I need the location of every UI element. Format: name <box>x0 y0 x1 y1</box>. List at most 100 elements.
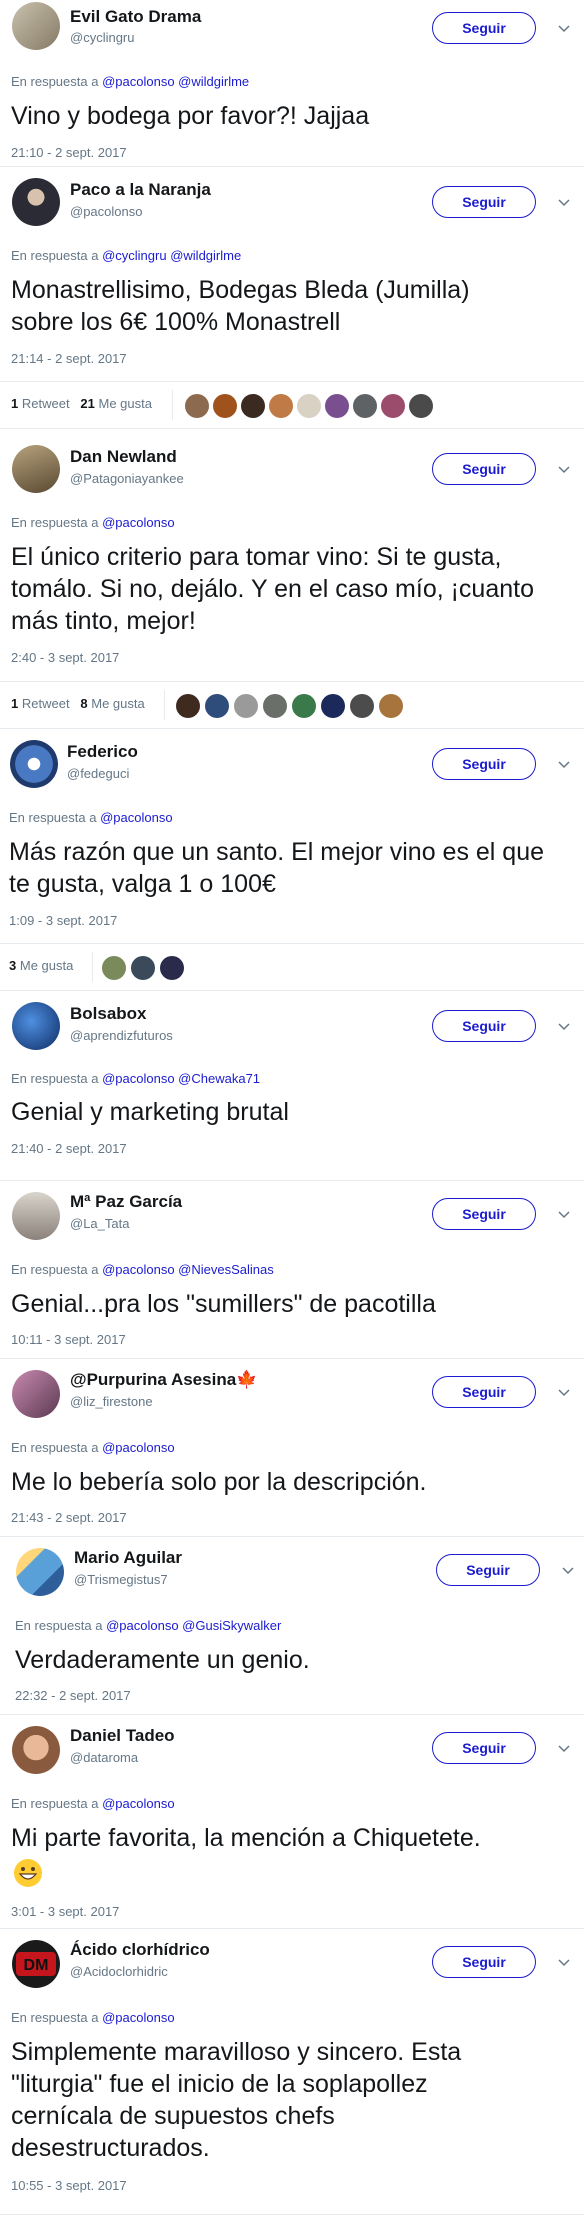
liker-avatar[interactable] <box>292 694 316 718</box>
liker-avatar[interactable] <box>205 694 229 718</box>
avatar[interactable] <box>12 1370 60 1418</box>
liker-avatar[interactable] <box>321 694 345 718</box>
user-name[interactable]: Paco a la Naranja <box>70 180 211 200</box>
follow-button[interactable]: Seguir <box>432 453 536 485</box>
liker-avatar[interactable] <box>350 694 374 718</box>
liker-avatar[interactable] <box>263 694 287 718</box>
user-handle[interactable]: @aprendizfuturos <box>70 1028 173 1043</box>
liker-avatar[interactable] <box>102 956 126 980</box>
reply-prefix: En respuesta a <box>11 1440 99 1455</box>
avatar[interactable] <box>12 445 60 493</box>
liker-avatar[interactable] <box>379 694 403 718</box>
chevron-down-icon[interactable] <box>561 1563 575 1577</box>
tweet-timestamp[interactable]: 10:11 - 3 sept. 2017 <box>11 1332 126 1347</box>
avatar[interactable] <box>12 1726 60 1774</box>
avatar[interactable] <box>12 178 60 226</box>
user-name[interactable]: Federico <box>67 742 138 762</box>
avatar[interactable] <box>10 740 58 788</box>
tweet-timestamp[interactable]: 10:55 - 3 sept. 2017 <box>11 2178 127 2193</box>
reply-context: En respuesta a @pacolonso @GusiSkywalker <box>15 1618 281 1633</box>
follow-button[interactable]: Seguir <box>432 1946 536 1978</box>
tweet-timestamp[interactable]: 1:09 - 3 sept. 2017 <box>9 913 117 928</box>
chevron-down-icon[interactable] <box>557 1741 571 1755</box>
mention-link[interactable]: @pacolonso <box>106 1618 178 1633</box>
avatar[interactable] <box>12 1002 60 1050</box>
mention-link[interactable]: @wildgirlme <box>178 74 249 89</box>
user-handle[interactable]: @dataroma <box>70 1750 138 1765</box>
user-handle[interactable]: @La_Tata <box>70 1216 129 1231</box>
mention-link[interactable]: @pacolonso <box>102 1071 174 1086</box>
follow-button[interactable]: Seguir <box>436 1554 540 1586</box>
user-name[interactable]: Dan Newland <box>70 447 177 467</box>
mention-link[interactable]: @pacolonso <box>102 1440 174 1455</box>
mention-link[interactable]: @pacolonso <box>102 74 174 89</box>
tweet-timestamp[interactable]: 21:43 - 2 sept. 2017 <box>11 1510 127 1525</box>
user-handle[interactable]: @liz_firestone <box>70 1394 153 1409</box>
tweet-timestamp[interactable]: 22:32 - 2 sept. 2017 <box>15 1688 131 1703</box>
engagement-counts[interactable]: 1 Retweet 21 Me gusta <box>11 396 152 411</box>
follow-button[interactable]: Seguir <box>432 1376 536 1408</box>
chevron-down-icon[interactable] <box>557 1955 571 1969</box>
engagement-counts[interactable]: 3 Me gusta <box>9 958 73 973</box>
liker-avatar[interactable] <box>131 956 155 980</box>
user-name[interactable]: Daniel Tadeo <box>70 1726 175 1746</box>
avatar[interactable] <box>12 1192 60 1240</box>
mention-link[interactable]: @GusiSkywalker <box>182 1618 281 1633</box>
mention-link[interactable]: @Chewaka71 <box>178 1071 260 1086</box>
mention-link[interactable]: @cyclingru <box>102 248 167 263</box>
user-name[interactable]: Mª Paz García <box>70 1192 182 1212</box>
liker-avatar[interactable] <box>213 394 237 418</box>
user-handle[interactable]: @fedeguci <box>67 766 129 781</box>
tweet-timestamp[interactable]: 3:01 - 3 sept. 2017 <box>11 1904 119 1919</box>
user-handle[interactable]: @Trismegistus7 <box>74 1572 168 1587</box>
liker-avatar[interactable] <box>381 394 405 418</box>
avatar[interactable] <box>12 2 60 50</box>
liker-avatar[interactable] <box>176 694 200 718</box>
tweet-timestamp[interactable]: 21:10 - 2 sept. 2017 <box>11 145 127 160</box>
liker-avatar[interactable] <box>160 956 184 980</box>
user-handle[interactable]: @pacolonso <box>70 204 142 219</box>
chevron-down-icon[interactable] <box>557 757 571 771</box>
liker-avatar[interactable] <box>185 394 209 418</box>
follow-button[interactable]: Seguir <box>432 12 536 44</box>
user-name[interactable]: Ácido clorhídrico <box>70 1940 210 1960</box>
mention-link[interactable]: @pacolonso <box>100 810 172 825</box>
mention-link[interactable]: @pacolonso <box>102 2010 174 2025</box>
user-name[interactable]: Bolsabox <box>70 1004 147 1024</box>
liker-avatar[interactable] <box>241 394 265 418</box>
follow-button[interactable]: Seguir <box>432 1198 536 1230</box>
user-handle[interactable]: @Acidoclorhidric <box>70 1964 168 1979</box>
follow-button[interactable]: Seguir <box>432 1732 536 1764</box>
user-name[interactable]: Mario Aguilar <box>74 1548 182 1568</box>
chevron-down-icon[interactable] <box>557 1207 571 1221</box>
avatar[interactable]: DM <box>12 1940 60 1988</box>
chevron-down-icon[interactable] <box>557 21 571 35</box>
follow-button[interactable]: Seguir <box>432 748 536 780</box>
liker-avatar[interactable] <box>409 394 433 418</box>
liker-avatar[interactable] <box>325 394 349 418</box>
tweet-timestamp[interactable]: 21:40 - 2 sept. 2017 <box>11 1141 127 1156</box>
engagement-counts[interactable]: 1 Retweet 8 Me gusta <box>11 696 145 711</box>
tweet-timestamp[interactable]: 2:40 - 3 sept. 2017 <box>11 650 119 665</box>
follow-button[interactable]: Seguir <box>432 1010 536 1042</box>
chevron-down-icon[interactable] <box>557 1019 571 1033</box>
chevron-down-icon[interactable] <box>557 462 571 476</box>
chevron-down-icon[interactable] <box>557 1385 571 1399</box>
user-name[interactable]: Evil Gato Drama <box>70 7 201 27</box>
follow-button[interactable]: Seguir <box>432 186 536 218</box>
mention-link[interactable]: @pacolonso <box>102 1262 174 1277</box>
avatar[interactable] <box>16 1548 64 1596</box>
mention-link[interactable]: @pacolonso <box>102 515 174 530</box>
tweet-timestamp[interactable]: 21:14 - 2 sept. 2017 <box>11 351 127 366</box>
user-handle[interactable]: @Patagoniayankee <box>70 471 184 486</box>
liker-avatar[interactable] <box>297 394 321 418</box>
liker-avatar[interactable] <box>234 694 258 718</box>
mention-link[interactable]: @wildgirlme <box>170 248 241 263</box>
user-name[interactable]: @Purpurina Asesina🍁 <box>70 1370 257 1390</box>
mention-link[interactable]: @pacolonso <box>102 1796 174 1811</box>
liker-avatar[interactable] <box>353 394 377 418</box>
mention-link[interactable]: @NievesSalinas <box>178 1262 274 1277</box>
chevron-down-icon[interactable] <box>557 195 571 209</box>
liker-avatar[interactable] <box>269 394 293 418</box>
user-handle[interactable]: @cyclingru <box>70 30 135 45</box>
